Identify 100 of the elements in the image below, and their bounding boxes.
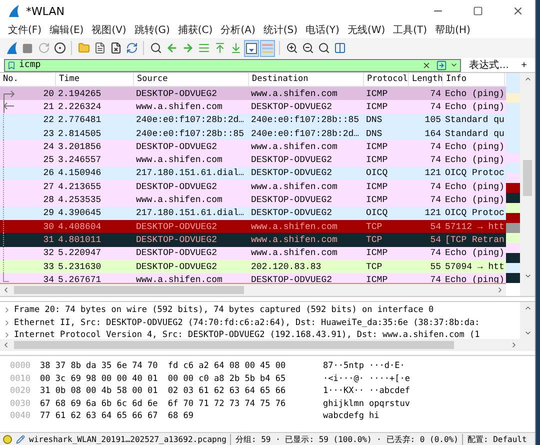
scroll-up-icon[interactable] xyxy=(524,304,532,312)
zoom-out-icon[interactable] xyxy=(302,42,314,54)
packet-row[interactable]: 27 4.213655 DESKTOP-ODVUEG2 www.a.shifen.com ICMP 74 Echo (ping) xyxy=(0,180,506,194)
status-dot-icon[interactable] xyxy=(3,434,12,444)
column-header[interactable]: Info xyxy=(443,73,505,86)
packet-row[interactable]: 29 4.390645 217.180.151.61.dial… DESKTOP-ODVUEG2 OICQ 121 OICQ Protoc xyxy=(0,206,506,220)
left-arrow-icon[interactable] xyxy=(166,42,178,54)
packet-row[interactable]: 20 2.194265 DESKTOP-ODVUEG2 www.a.shifen.com ICMP 74 Echo (ping) xyxy=(0,87,506,100)
table-cell-text: DESKTOP-ODVUEG2 xyxy=(250,208,334,218)
pencil-icon[interactable] xyxy=(16,434,25,444)
menu-item[interactable]: 视图(V) xyxy=(88,23,130,37)
scrollbar-thumb[interactable] xyxy=(14,341,454,349)
packet-row[interactable]: 32 5.220947 DESKTOP-ODVUEG2 www.a.shifen.com ICMP 74 Echo (ping) xyxy=(0,246,506,260)
menu-item[interactable]: 分析(A) xyxy=(216,23,260,37)
menu-item[interactable]: 帮助(H) xyxy=(431,23,474,37)
ascii-text: ·<i···@· ····+[·e xyxy=(323,374,410,384)
ascii-text: wabcdefg hi xyxy=(323,411,380,422)
scroll-right-icon[interactable] xyxy=(510,341,518,349)
scroll-left-icon[interactable] xyxy=(2,341,10,349)
packet-row[interactable]: 21 2.226324 www.a.shifen.com DESKTOP-ODVUEG2 ICMP 74 Echo (ping) xyxy=(0,100,506,114)
column-header[interactable]: Length xyxy=(409,73,443,86)
table-cell-text: ICMP xyxy=(365,155,389,166)
expand-icon[interactable] xyxy=(3,306,11,314)
detail-line[interactable]: Frame 20: 74 bytes on wire (592 bits), 74 bytes captured (592 bits) on interface 0 xyxy=(14,305,434,316)
menu-item[interactable]: 统计(S) xyxy=(259,23,302,37)
right-arrow-icon[interactable] xyxy=(182,42,194,54)
detail-line[interactable]: Internet Protocol Version 4, Src: DESKTOP-ODVUEG2 (192.168.43.91), Dst: www.a.shifen.com (1 xyxy=(14,330,480,339)
colorize-button[interactable] xyxy=(260,40,275,56)
autoscroll-button[interactable] xyxy=(244,40,259,56)
profile-label[interactable]: 配置: Default xyxy=(467,434,527,444)
packet-row[interactable]: 26 4.150946 217.180.151.61.dial… DESKTOP-ODVUEG2 OICQ 121 OICQ Protoc xyxy=(0,166,506,180)
table-cell-text: Standard qu xyxy=(444,115,505,126)
filter-field[interactable]: icmp xyxy=(4,58,462,72)
table-cell-text: 105 xyxy=(424,115,442,126)
add-filter-button[interactable]: + xyxy=(517,60,531,70)
expand-icon[interactable] xyxy=(3,318,11,327)
table-cell-text: www.a.shifen.com xyxy=(250,88,338,99)
stop-icon[interactable] xyxy=(22,42,33,54)
close-icon[interactable] xyxy=(512,5,524,17)
expand-icon[interactable] xyxy=(3,331,11,339)
scrollbar-thumb[interactable] xyxy=(14,286,244,294)
menu-item[interactable]: 电话(Y) xyxy=(302,23,344,37)
dropdown-caret-icon[interactable] xyxy=(450,61,458,69)
scroll-down-icon[interactable] xyxy=(524,329,532,337)
hex-bytes: 00 3c 69 98 00 00 40 01 00 00 c0 a8 2b 5b b4 65 xyxy=(40,374,287,384)
table-cell-text: www.a.shifen.com xyxy=(135,155,224,166)
packet-row[interactable]: 25 3.246557 www.a.shifen.com DESKTOP-ODVUEG2 ICMP 74 Echo (ping) xyxy=(0,153,506,167)
down-to-line-icon[interactable] xyxy=(230,42,242,54)
column-header[interactable]: Destination xyxy=(249,73,364,86)
column-header[interactable]: Protocol xyxy=(364,73,409,86)
scroll-right-icon[interactable] xyxy=(496,286,504,294)
zoom-in-icon[interactable] xyxy=(286,42,298,54)
packet-row[interactable]: 22 2.776481 240e:e0:f107:28b:2d… 240e:e0:f107:28b::85 DNS 105 Standard qu xyxy=(0,114,506,127)
packet-row[interactable]: 31 4.801011 DESKTOP-ODVUEG2 www.a.shifen.com TCP 54 [TCP Retran xyxy=(0,233,506,247)
table-cell-text: Echo (ping) xyxy=(444,195,505,206)
go-to-packet-icon[interactable] xyxy=(198,42,210,54)
table-cell-text: ICMP xyxy=(365,88,389,99)
close-file-icon[interactable] xyxy=(110,42,122,54)
menu-item[interactable]: 文件(F) xyxy=(4,23,46,37)
scroll-up-icon[interactable] xyxy=(524,75,532,83)
options-icon[interactable] xyxy=(54,42,66,54)
packet-row[interactable]: 28 4.253535 www.a.shifen.com DESKTOP-ODVUEG2 ICMP 74 Echo (ping) xyxy=(0,193,506,207)
table-cell-text: ICMP xyxy=(365,274,389,283)
column-header[interactable]: Source xyxy=(134,73,249,86)
restart-icon[interactable] xyxy=(38,42,50,54)
table-cell-text: 5.267671 xyxy=(57,274,102,283)
scroll-down-icon[interactable] xyxy=(524,272,532,280)
packet-row[interactable]: 24 3.201856 DESKTOP-ODVUEG2 www.a.shifen.com ICMP 74 Echo (ping) xyxy=(0,140,506,154)
column-header[interactable]: Time xyxy=(56,73,134,86)
up-to-line-icon[interactable] xyxy=(214,42,226,54)
scrollbar-thumb[interactable] xyxy=(523,160,532,196)
table-cell-text: www.a.shifen.com xyxy=(250,248,338,258)
bookmark-icon[interactable] xyxy=(7,60,16,70)
reload-icon[interactable] xyxy=(126,42,138,54)
packet-row[interactable]: 33 5.231630 DESKTOP-ODVUEG2 202.120.83.83 TCP 55 57094 → htt xyxy=(0,260,506,274)
resize-columns-icon[interactable] xyxy=(334,42,346,54)
packet-row[interactable]: 23 2.814505 240e:e0:f107:28b::85 240e:e0:f107:28b:2d… DNS 164 Standard qu xyxy=(0,126,506,140)
search-icon[interactable] xyxy=(150,42,162,54)
clear-icon[interactable] xyxy=(422,60,432,70)
table-cell-text: 4.213655 xyxy=(57,182,102,192)
table-cell-text: 2.814505 xyxy=(57,128,102,139)
scroll-left-icon[interactable] xyxy=(2,286,10,294)
file-icon[interactable] xyxy=(94,42,106,54)
detail-line[interactable]: Ethernet II, Src: DESKTOP-ODVUEG2 (74:70:fd:c6:a2:64), Dst: HuaweiTe_da:35:6e (38:37:8b:da: xyxy=(14,318,480,328)
expression-button[interactable]: 表达式… xyxy=(465,58,514,72)
menu-item[interactable]: 捕获(C) xyxy=(174,23,217,37)
table-cell-text: Standard qu xyxy=(444,128,505,139)
maximize-icon[interactable] xyxy=(473,6,483,16)
table-cell-text: 74 xyxy=(429,102,442,112)
menu-item[interactable]: 编辑(E) xyxy=(46,23,88,37)
menu-item[interactable]: 工具(T) xyxy=(389,23,432,37)
shark-fin-icon[interactable] xyxy=(6,42,18,54)
ascii-text: ghijklmn opqrstuv xyxy=(323,398,410,409)
menu-item[interactable]: 跳转(G) xyxy=(130,23,174,37)
menu-item[interactable]: 无线(W) xyxy=(343,23,390,37)
table-cell-text: DESKTOP-ODVUEG2 xyxy=(135,142,218,152)
table-cell-text: Echo (ping) xyxy=(444,182,505,192)
column-header[interactable]: No. xyxy=(0,73,56,86)
zoom-reset-icon[interactable] xyxy=(318,42,330,54)
packet-row[interactable]: 30 4.408604 DESKTOP-ODVUEG2 www.a.shifen.com TCP 54 57112 → htt xyxy=(0,220,506,234)
